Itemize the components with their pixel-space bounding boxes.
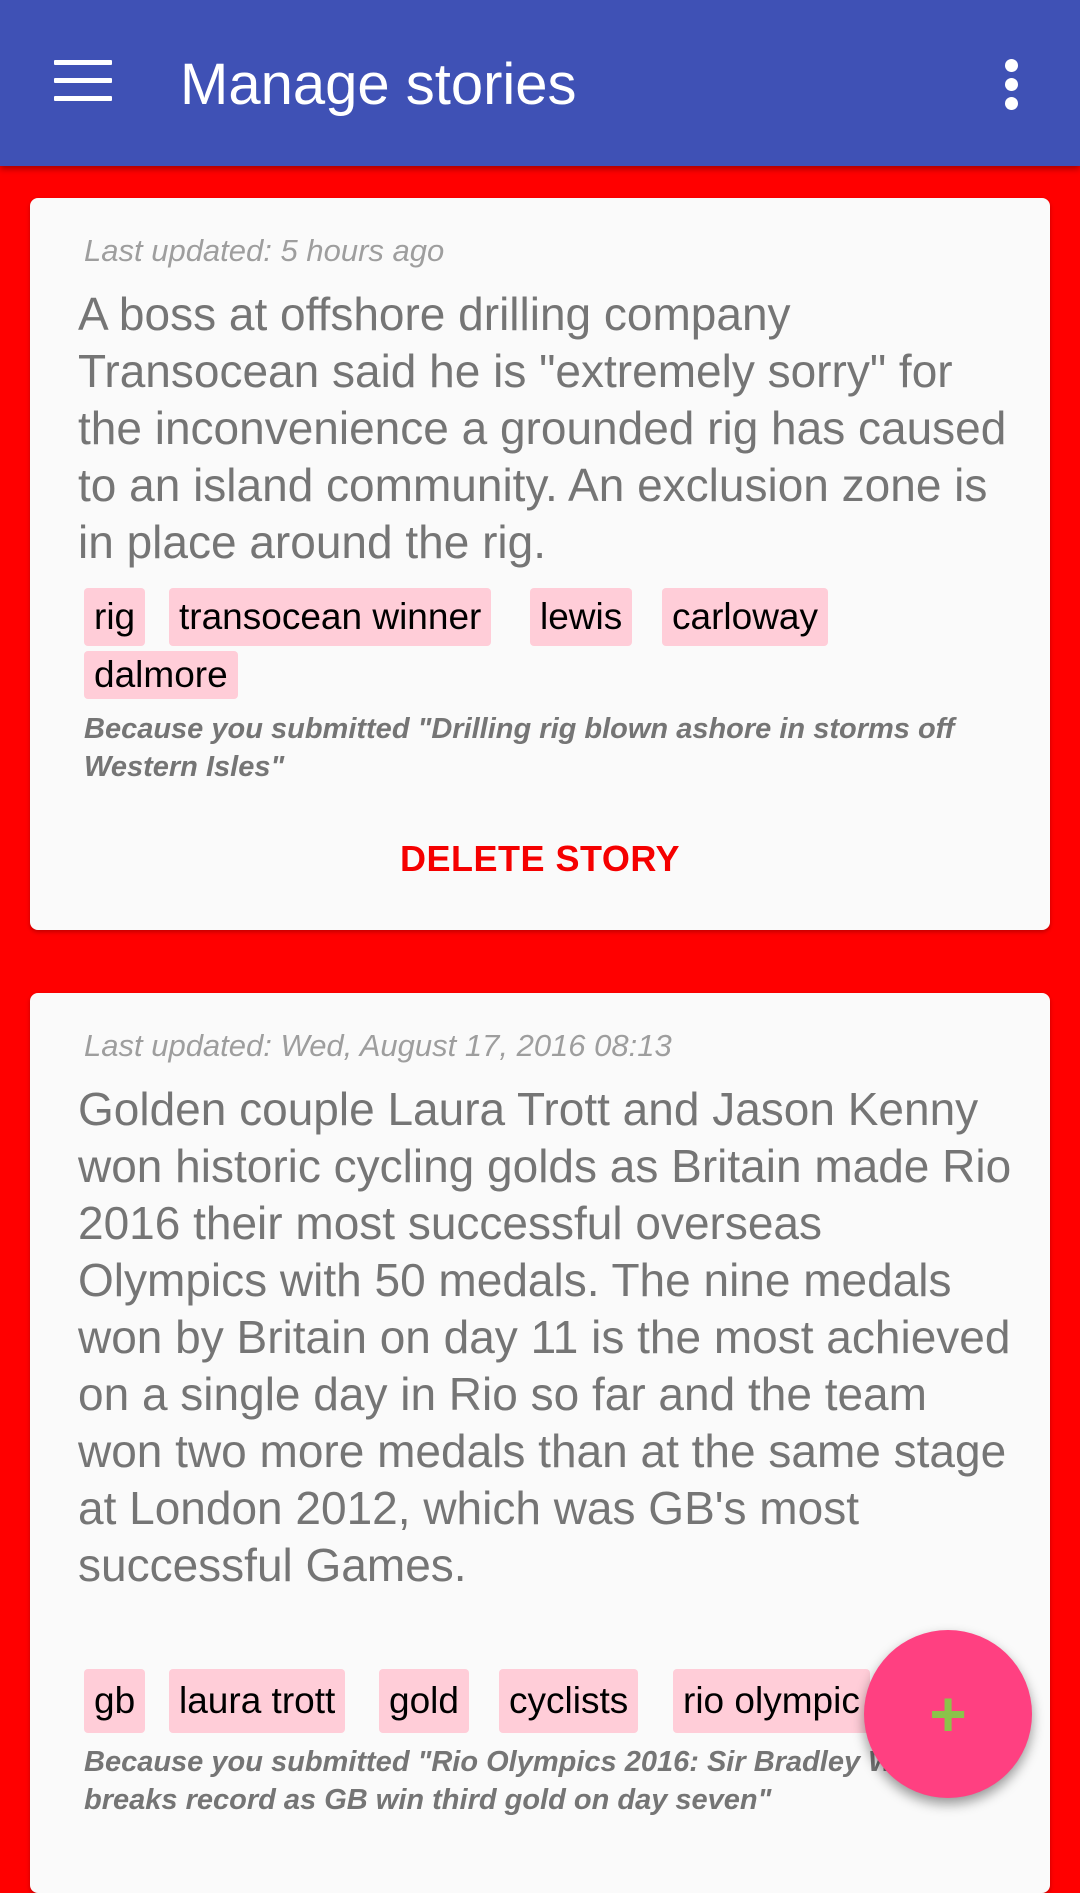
tag-chip[interactable]: gold — [379, 1669, 469, 1733]
tag-chip[interactable]: laura trott — [169, 1669, 346, 1733]
tag-chip[interactable]: gb — [84, 1669, 146, 1733]
plus-icon: + — [929, 1678, 967, 1750]
tag-chip[interactable]: dalmore — [84, 651, 238, 699]
delete-story-button[interactable]: DELETE STORY — [30, 838, 1050, 880]
last-updated-text: Last updated: 5 hours ago — [84, 233, 445, 268]
story-card: Last updated: 5 hours ago A boss at offs… — [30, 198, 1050, 930]
hamburger-menu-icon[interactable] — [54, 60, 112, 102]
tag-chip[interactable]: rig — [84, 588, 146, 646]
tag-chip[interactable]: lewis — [530, 588, 633, 646]
more-vertical-icon[interactable] — [998, 56, 1028, 112]
last-updated-text: Last updated: Wed, August 17, 2016 08:13 — [84, 1028, 672, 1063]
tag-list: rig transocean winner lewis carloway dal… — [84, 588, 1024, 699]
app-bar: Manage stories — [0, 0, 1080, 166]
add-story-button[interactable]: + — [864, 1630, 1032, 1798]
tag-chip[interactable]: rio olympic — [673, 1669, 870, 1733]
story-text: Golden couple Laura Trott and Jason Kenn… — [78, 1083, 1012, 1591]
tag-chip[interactable]: carloway — [662, 588, 828, 646]
because-text: Because you submitted "Drilling rig blow… — [84, 713, 955, 783]
tag-chip[interactable]: transocean winner — [169, 588, 492, 646]
tag-chip[interactable]: cyclists — [499, 1669, 639, 1733]
page-title: Manage stories — [180, 52, 577, 117]
story-text: A boss at offshore drilling company Tran… — [78, 288, 1007, 568]
